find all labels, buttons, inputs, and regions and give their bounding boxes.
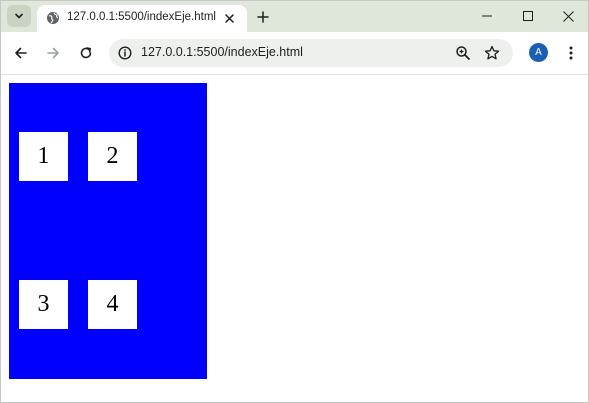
reload-button[interactable] <box>75 42 97 64</box>
tab-strip: 127.0.0.1:5500/indexEje.html <box>1 1 588 32</box>
box-item: 1 <box>19 132 68 181</box>
browser-toolbar: 127.0.0.1:5500/indexEje.html A <box>1 32 588 75</box>
zoom-icon[interactable] <box>455 45 471 61</box>
forward-button[interactable] <box>42 42 64 64</box>
plus-icon <box>257 11 269 23</box>
close-icon <box>224 13 234 23</box>
arrow-right-icon <box>47 47 59 59</box>
url-text[interactable]: 127.0.0.1:5500/indexEje.html <box>141 45 303 59</box>
reload-icon <box>80 47 92 59</box>
box-item: 3 <box>19 280 68 329</box>
more-vertical-icon <box>569 46 573 59</box>
box-label: 2 <box>106 143 119 169</box>
window-close-button[interactable] <box>550 5 586 27</box>
tab-close-button[interactable] <box>221 10 237 26</box>
blue-container: 1 2 3 4 <box>9 83 207 379</box>
chevron-down-icon <box>15 13 23 19</box>
profile-avatar[interactable]: A <box>529 43 548 62</box>
close-icon <box>562 10 574 22</box>
arrow-left-icon <box>15 47 27 59</box>
back-button[interactable] <box>10 42 32 64</box>
minimize-button[interactable] <box>469 5 505 27</box>
site-info-button[interactable] <box>117 45 133 61</box>
minimize-icon <box>482 15 492 17</box>
browser-window: 127.0.0.1:5500/indexEje.html 127.0.0.1:5… <box>0 0 589 403</box>
info-icon <box>118 46 132 60</box>
globe-icon <box>47 12 59 24</box>
tab-active[interactable]: 127.0.0.1:5500/indexEje.html <box>37 5 247 32</box>
tab-search-button[interactable] <box>7 5 31 27</box>
box-label: 3 <box>37 291 50 317</box>
box-item: 2 <box>88 132 137 181</box>
maximize-button[interactable] <box>510 5 546 27</box>
new-tab-button[interactable] <box>253 7 273 27</box>
tab-title: 127.0.0.1:5500/indexEje.html <box>67 11 216 23</box>
box-label: 1 <box>37 143 50 169</box>
page-viewport: 1 2 3 4 <box>1 75 588 402</box>
address-bar[interactable]: 127.0.0.1:5500/indexEje.html <box>109 39 513 67</box>
bookmark-star-icon[interactable] <box>484 45 500 61</box>
box-item: 4 <box>88 280 137 329</box>
browser-menu-button[interactable] <box>563 43 579 62</box>
box-label: 4 <box>106 291 119 317</box>
maximize-icon <box>523 11 533 21</box>
